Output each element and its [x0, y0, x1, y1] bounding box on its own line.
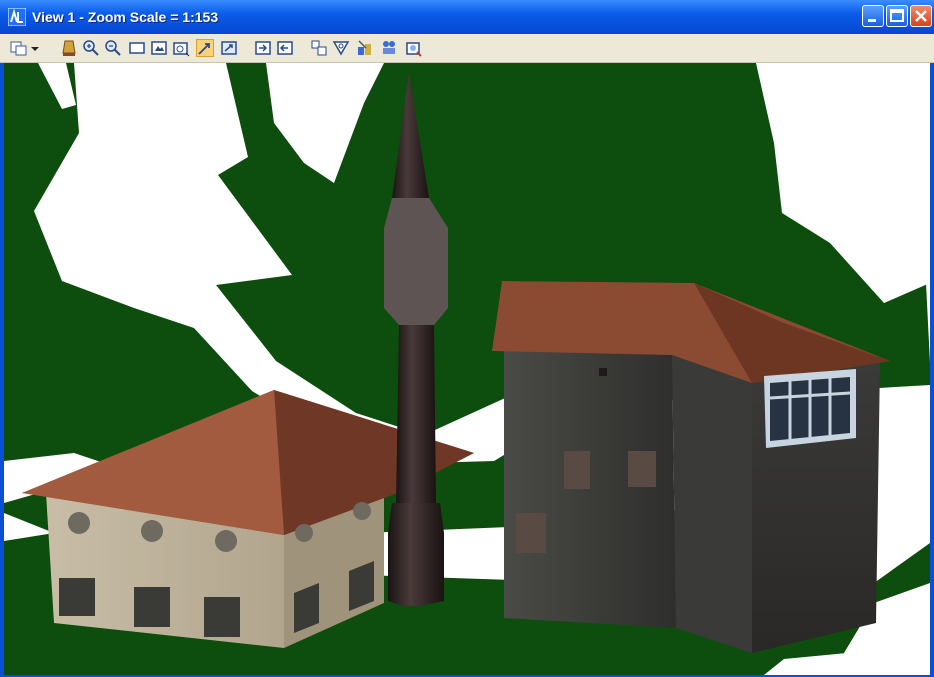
maximize-button[interactable]	[886, 5, 908, 27]
window-area-icon[interactable]	[128, 39, 146, 57]
title-bar[interactable]: View 1 - Zoom Scale = 1:153	[0, 0, 934, 34]
rotate-view-icon[interactable]	[172, 39, 190, 57]
pan-view-icon	[198, 43, 210, 55]
fit-view-icon[interactable]	[150, 39, 168, 57]
close-button[interactable]	[910, 5, 932, 27]
close-icon	[915, 10, 927, 22]
view-toolbar	[0, 34, 934, 63]
copy-view-icon[interactable]	[276, 39, 294, 57]
view-control-icon[interactable]	[10, 39, 28, 57]
dropdown-icon[interactable]	[30, 39, 40, 57]
view-window: View 1 - Zoom Scale = 1:153	[0, 0, 934, 677]
camera-icon[interactable]	[380, 39, 398, 57]
zoom-in-icon[interactable]	[82, 39, 100, 57]
3d-viewport[interactable]	[4, 63, 930, 675]
app-icon	[8, 8, 26, 26]
minimize-icon	[868, 19, 876, 22]
maximize-icon	[890, 9, 904, 22]
pan-view-button[interactable]	[196, 39, 214, 57]
minimize-button[interactable]	[862, 5, 884, 27]
window-title: View 1 - Zoom Scale = 1:153	[32, 9, 219, 25]
view-attributes-icon[interactable]	[310, 39, 328, 57]
render-icon[interactable]	[404, 39, 422, 57]
display-style-icon[interactable]	[356, 39, 374, 57]
scene-render	[4, 63, 930, 675]
view-previous-icon[interactable]	[220, 39, 238, 57]
view-next-icon[interactable]	[254, 39, 272, 57]
clip-volume-icon[interactable]	[332, 39, 350, 57]
update-view-icon[interactable]	[60, 39, 78, 57]
zoom-out-icon[interactable]	[104, 39, 122, 57]
